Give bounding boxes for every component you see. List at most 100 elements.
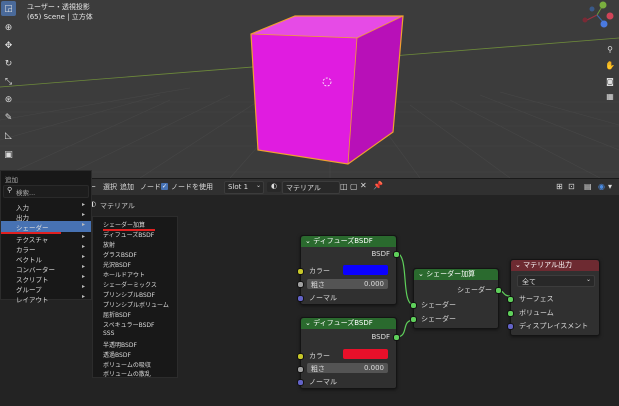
snap-icon[interactable]: ⊞ xyxy=(556,182,563,191)
surface-input-socket[interactable] xyxy=(507,296,514,303)
displacement-label: ディスプレイスメント xyxy=(519,322,589,330)
diffuse-bsdf-node-blue[interactable]: ⌄ ディフューズBSDF BSDF カラー 粗さ 0.000 ノーマル xyxy=(297,235,400,305)
pan-hand-icon[interactable]: ✋ xyxy=(603,58,617,72)
viewport-subtitle: (65) Scene | 立方体 xyxy=(27,13,93,21)
submenu-item[interactable]: 光沢BSDF xyxy=(103,260,131,269)
breadcrumb: マテリアル xyxy=(100,202,135,210)
ortho-grid-icon[interactable]: ▦ xyxy=(603,89,617,103)
more-icon[interactable]: ▾ xyxy=(608,182,612,191)
duplicate-icon[interactable]: ▢ xyxy=(350,182,358,191)
use-nodes-label: ノードを使用 xyxy=(171,183,213,191)
target-dropdown[interactable]: 全て ⌄ xyxy=(517,275,595,287)
normal-input-socket[interactable] xyxy=(297,379,304,386)
submenu-item[interactable]: 透過BSDF xyxy=(103,350,131,359)
submenu-item[interactable]: シェーダー加算 xyxy=(103,220,145,229)
backdrop-icon[interactable]: ▤ xyxy=(584,182,592,191)
material-browse-icon[interactable]: ◐ xyxy=(267,182,281,192)
bsdf-output-socket[interactable] xyxy=(393,334,400,341)
node-header[interactable]: ⌄ シェーダー加算 xyxy=(414,269,498,280)
color-label: カラー xyxy=(309,267,330,275)
roughness-input-socket[interactable] xyxy=(297,366,304,373)
node-header[interactable]: ⌄ ディフューズBSDF xyxy=(301,236,396,247)
annotate-tool-icon[interactable]: ✎ xyxy=(1,110,16,125)
select-tool-icon[interactable]: ◲ xyxy=(1,1,16,16)
roughness-field[interactable]: 粗さ 0.000 xyxy=(307,279,388,289)
node-editor-header: ー 選択 追加 ノード ✓ ノードを使用 Slot 1 ⌄ ◐ マテリアル ◫ … xyxy=(0,178,619,195)
submenu-item[interactable]: 放射 xyxy=(103,240,115,249)
overlay-icon[interactable]: ⊡ xyxy=(568,182,575,191)
shading-icon[interactable]: ◉ xyxy=(598,182,605,191)
menu-item-shader[interactable]: シェーダー ▸ xyxy=(1,221,91,232)
submenu-item[interactable]: プリンシプルBSDF xyxy=(103,290,155,299)
use-nodes-checkbox[interactable]: ✓ xyxy=(161,183,168,190)
scale-tool-icon[interactable]: ⤡ xyxy=(1,74,16,89)
node-header[interactable]: ⌄ マテリアル出力 xyxy=(511,260,599,271)
displacement-input-socket[interactable] xyxy=(507,323,514,330)
roughness-field[interactable]: 粗さ 0.000 xyxy=(307,363,388,373)
submenu-item[interactable]: ボリュームの吸収 xyxy=(103,360,151,369)
shader-input-socket-1[interactable] xyxy=(410,302,417,309)
menu-search-field[interactable]: ⚲ 検索... xyxy=(3,185,89,198)
add-cube-tool-icon[interactable]: ▣ xyxy=(1,147,16,162)
color-swatch[interactable] xyxy=(343,349,388,359)
menu-item-layout[interactable]: レイアウト ▸ xyxy=(1,293,91,304)
volume-label: ボリューム xyxy=(519,309,554,317)
bsdf-output-socket[interactable] xyxy=(393,251,400,258)
camera-icon[interactable]: ◙ xyxy=(603,74,617,88)
color-label: カラー xyxy=(309,352,330,360)
diffuse-bsdf-node-red[interactable]: ⌄ ディフューズBSDF BSDF カラー 粗さ 0.000 ノーマル xyxy=(297,317,400,389)
transform-tool-icon[interactable]: ⊛ xyxy=(1,92,16,107)
material-output-node[interactable]: ⌄ マテリアル出力 全て ⌄ サーフェス ボリューム ディスプレイスメント xyxy=(507,259,600,336)
normal-label: ノーマル xyxy=(309,378,337,386)
slot-dropdown[interactable]: Slot 1 ⌄ xyxy=(224,181,264,194)
shader-output-socket[interactable] xyxy=(495,287,502,294)
submenu-item[interactable]: 屈折BSDF xyxy=(103,310,131,319)
color-swatch[interactable] xyxy=(343,265,388,275)
bsdf-output-label: BSDF xyxy=(371,333,390,341)
chevron-down-icon: ⌄ xyxy=(585,276,591,283)
color-input-socket[interactable] xyxy=(297,353,304,360)
roughness-input-socket[interactable] xyxy=(297,281,304,288)
search-icon: ⚲ xyxy=(7,186,13,194)
zoom-icon[interactable]: ⚲ xyxy=(603,42,617,56)
color-input-socket[interactable] xyxy=(297,268,304,275)
menu-select[interactable]: 選択 xyxy=(103,182,117,192)
submenu-item[interactable]: SSS xyxy=(103,330,114,337)
cursor-tool-icon[interactable]: ⊕ xyxy=(1,20,16,35)
submenu-item[interactable]: ボリュームの散乱 xyxy=(103,369,151,378)
submenu-item[interactable]: シェーダーミックス xyxy=(103,280,157,289)
menu-node[interactable]: ノード xyxy=(140,182,161,192)
add-shader-node[interactable]: ⌄ シェーダー加算 シェーダー シェーダー シェーダー xyxy=(410,268,502,329)
rotate-tool-icon[interactable]: ↻ xyxy=(1,56,16,71)
measure-tool-icon[interactable]: ◺ xyxy=(1,128,16,143)
node-header[interactable]: ⌄ ディフューズBSDF xyxy=(301,318,396,329)
move-tool-icon[interactable]: ✥ xyxy=(1,38,16,53)
fake-user-shield-icon[interactable]: ◫ xyxy=(340,182,348,191)
navigation-gizmo xyxy=(582,1,614,28)
shader-input-label-2: シェーダー xyxy=(421,315,456,323)
submenu-item[interactable]: プリンシプルボリューム xyxy=(103,300,169,309)
shader-output-label: シェーダー xyxy=(457,286,492,294)
normal-input-socket[interactable] xyxy=(297,295,304,302)
add-menu-title: 追加 xyxy=(5,176,18,184)
volume-input-socket[interactable] xyxy=(507,310,514,317)
chevron-down-icon: ⌄ xyxy=(255,182,261,189)
viewport-grid xyxy=(0,1,619,178)
shader-input-socket-2[interactable] xyxy=(410,316,417,323)
shader-input-label-1: シェーダー xyxy=(421,301,456,309)
cube-object xyxy=(250,15,404,165)
material-name-field[interactable]: マテリアル xyxy=(282,181,340,194)
submenu-item[interactable]: ホールドアウト xyxy=(103,270,145,279)
menu-add[interactable]: 追加 xyxy=(120,182,134,192)
submenu-item[interactable]: ディフューズBSDF xyxy=(103,230,154,239)
pin-icon[interactable]: 📌 xyxy=(373,181,383,190)
submenu-item[interactable]: 半透明BSDF xyxy=(103,340,137,349)
submenu-item[interactable]: スペキュラーBSDF xyxy=(103,320,154,329)
normal-label: ノーマル xyxy=(309,294,337,302)
add-menu: 追加 ⚲ 検索... 入力 ▸ 出力 ▸ シェーダー ▸ テクスチャ ▸ カラー ▸ ベク… xyxy=(0,170,92,304)
submenu-item[interactable]: グラスBSDF xyxy=(103,250,137,259)
shader-submenu: シェーダー加算 ディフューズBSDF 放射 グラスBSDF 光沢BSDF ホール… xyxy=(92,216,178,378)
close-icon[interactable]: ✕ xyxy=(360,181,367,190)
surface-label: サーフェス xyxy=(519,295,554,303)
3d-viewport[interactable]: ユーザー・透視投影 (65) Scene | 立方体 ◲ ⊕ ✥ ↻ ⤡ ⊛ ✎… xyxy=(0,0,619,178)
